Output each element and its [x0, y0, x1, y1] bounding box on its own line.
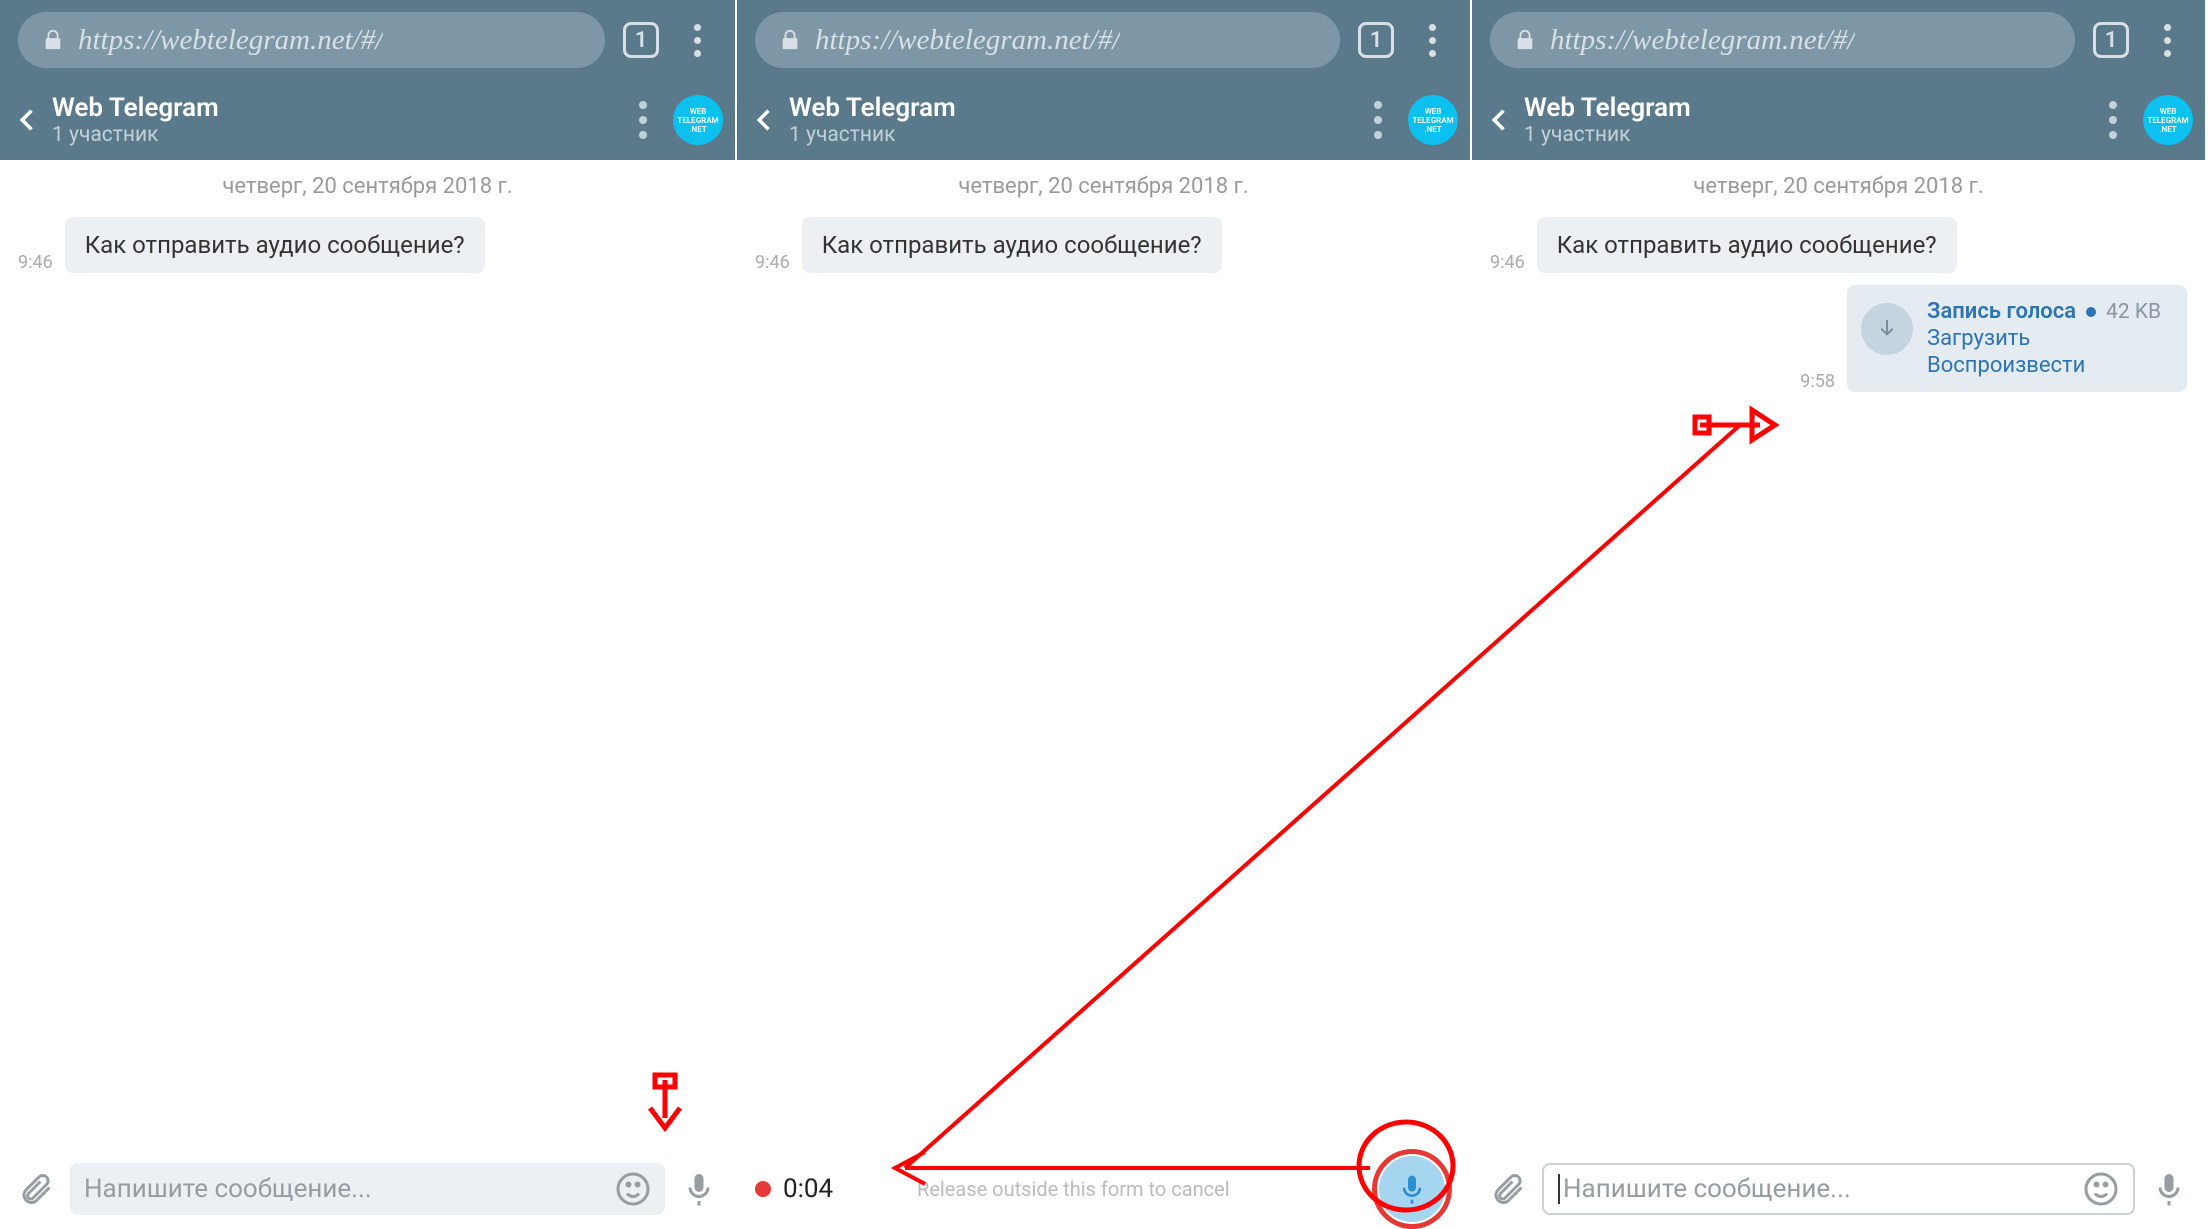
back-arrow-icon[interactable]: [751, 106, 779, 134]
message-time: 9:46: [1490, 252, 1525, 273]
voice-status-dot-icon: [2086, 307, 2096, 317]
input-bar: Напишите сообщение...: [0, 1150, 735, 1228]
chat-body: четверг, 20 сентября 2018 г. 9:46 Как от…: [737, 160, 1470, 1150]
chat-menu-button[interactable]: [1374, 101, 1382, 139]
voice-message-bubble[interactable]: Запись голоса 42 KB Загрузить Воспроизве…: [1847, 285, 2187, 392]
voice-message-row: 9:58 Запись голоса 42 KB Загрузить Воспр…: [1800, 285, 2187, 392]
url-bar[interactable]: https://webtelegram.net/#/: [755, 12, 1340, 68]
browser-bar: https://webtelegram.net/#/ 1: [737, 0, 1470, 80]
chat-subtitle: 1 участник: [789, 123, 1364, 147]
tabs-button[interactable]: 1: [623, 22, 659, 58]
chat-title-block[interactable]: Web Telegram 1 участник: [789, 93, 1364, 147]
message-input[interactable]: Напишите сообщение...: [70, 1163, 665, 1215]
chat-header: Web Telegram 1 участник WEB TELEGRAM .NE…: [1472, 80, 2205, 160]
recording-bar: 0:04 Release outside this form to cancel: [737, 1150, 1470, 1228]
message-input[interactable]: Напишите сообщение...: [1542, 1163, 2135, 1215]
tabs-button[interactable]: 1: [2093, 22, 2129, 58]
message-time: 9:46: [18, 252, 53, 273]
microphone-icon[interactable]: [681, 1171, 717, 1207]
voice-info: Запись голоса 42 KB Загрузить Воспроизве…: [1927, 299, 2161, 378]
voice-download-link[interactable]: Загрузить: [1927, 326, 2161, 351]
message-bubble[interactable]: Как отправить аудио сообщение?: [1537, 217, 1957, 273]
browser-menu-button[interactable]: [2147, 20, 2187, 60]
lock-icon: [1514, 27, 1536, 53]
browser-bar: https://webtelegram.net/#/ 1: [1472, 0, 2205, 80]
attach-icon[interactable]: [18, 1171, 54, 1207]
emoji-icon[interactable]: [2083, 1171, 2119, 1207]
message-row: 9:46 Как отправить аудио сообщение?: [1490, 217, 2187, 273]
recording-hint: Release outside this form to cancel: [917, 1177, 1230, 1201]
phone-screen-3: https://webtelegram.net/#/ 1 Web Telegra…: [1470, 0, 2205, 1228]
chat-title-block[interactable]: Web Telegram 1 участник: [52, 93, 629, 147]
chat-title: Web Telegram: [789, 93, 1364, 123]
tabs-button[interactable]: 1: [1358, 22, 1394, 58]
avatar[interactable]: WEB TELEGRAM .NET: [673, 95, 723, 145]
browser-bar: https://webtelegram.net/#/ 1: [0, 0, 735, 80]
recording-time: 0:04: [783, 1174, 833, 1204]
date-divider: четверг, 20 сентября 2018 г.: [755, 174, 1452, 199]
phone-screen-1: https://webtelegram.net/#/ 1 Web Telegra…: [0, 0, 735, 1228]
chat-menu-button[interactable]: [639, 101, 647, 139]
message-time: 9:46: [755, 252, 790, 273]
chat-header: Web Telegram 1 участник WEB TELEGRAM .NE…: [737, 80, 1470, 160]
attach-icon[interactable]: [1490, 1171, 1526, 1207]
message-row: 9:46 Как отправить аудио сообщение?: [755, 217, 1452, 273]
microphone-icon[interactable]: [2151, 1171, 2187, 1207]
date-divider: четверг, 20 сентября 2018 г.: [1490, 174, 2187, 199]
emoji-icon[interactable]: [615, 1171, 651, 1207]
message-bubble[interactable]: Как отправить аудио сообщение?: [802, 217, 1222, 273]
input-bar: Напишите сообщение...: [1472, 1150, 2205, 1228]
chat-body: четверг, 20 сентября 2018 г. 9:46 Как от…: [1472, 160, 2205, 1150]
avatar[interactable]: WEB TELEGRAM .NET: [1408, 95, 1458, 145]
chat-title-block[interactable]: Web Telegram 1 участник: [1524, 93, 2099, 147]
download-button[interactable]: [1861, 303, 1913, 355]
browser-menu-button[interactable]: [1412, 20, 1452, 60]
message-input-placeholder: Напишите сообщение...: [1558, 1174, 2073, 1204]
url-text: https://webtelegram.net/#/: [1550, 24, 1855, 57]
voice-title: Запись голоса: [1927, 299, 2076, 324]
recording-status: 0:04: [755, 1174, 833, 1204]
message-row: 9:46 Как отправить аудио сообщение?: [18, 217, 717, 273]
voice-play-link[interactable]: Воспроизвести: [1927, 353, 2161, 378]
back-arrow-icon[interactable]: [14, 106, 42, 134]
microphone-icon: [1396, 1173, 1428, 1205]
url-text: https://webtelegram.net/#/: [78, 24, 383, 57]
message-bubble[interactable]: Как отправить аудио сообщение?: [65, 217, 485, 273]
recording-dot-icon: [755, 1181, 771, 1197]
url-bar[interactable]: https://webtelegram.net/#/: [1490, 12, 2075, 68]
browser-menu-button[interactable]: [677, 20, 717, 60]
microphone-active-button[interactable]: [1372, 1149, 1452, 1229]
chat-title: Web Telegram: [1524, 93, 2099, 123]
lock-icon: [42, 27, 64, 53]
chat-title: Web Telegram: [52, 93, 629, 123]
chat-subtitle: 1 участник: [1524, 123, 2099, 147]
voice-top-line: Запись голоса 42 KB: [1927, 299, 2161, 324]
chat-body: четверг, 20 сентября 2018 г. 9:46 Как от…: [0, 160, 735, 1150]
url-bar[interactable]: https://webtelegram.net/#/: [18, 12, 605, 68]
back-arrow-icon[interactable]: [1486, 106, 1514, 134]
download-arrow-icon: [1875, 317, 1899, 341]
message-input-placeholder: Напишите сообщение...: [84, 1174, 605, 1204]
lock-icon: [779, 27, 801, 53]
chat-subtitle: 1 участник: [52, 123, 629, 147]
chat-header: Web Telegram 1 участник WEB TELEGRAM .NE…: [0, 80, 735, 160]
phone-screen-2: https://webtelegram.net/#/ 1 Web Telegra…: [735, 0, 1470, 1228]
avatar[interactable]: WEB TELEGRAM .NET: [2143, 95, 2193, 145]
chat-menu-button[interactable]: [2109, 101, 2117, 139]
date-divider: четверг, 20 сентября 2018 г.: [18, 174, 717, 199]
url-text: https://webtelegram.net/#/: [815, 24, 1120, 57]
voice-size: 42 KB: [2106, 300, 2161, 324]
message-time: 9:58: [1800, 371, 1835, 392]
